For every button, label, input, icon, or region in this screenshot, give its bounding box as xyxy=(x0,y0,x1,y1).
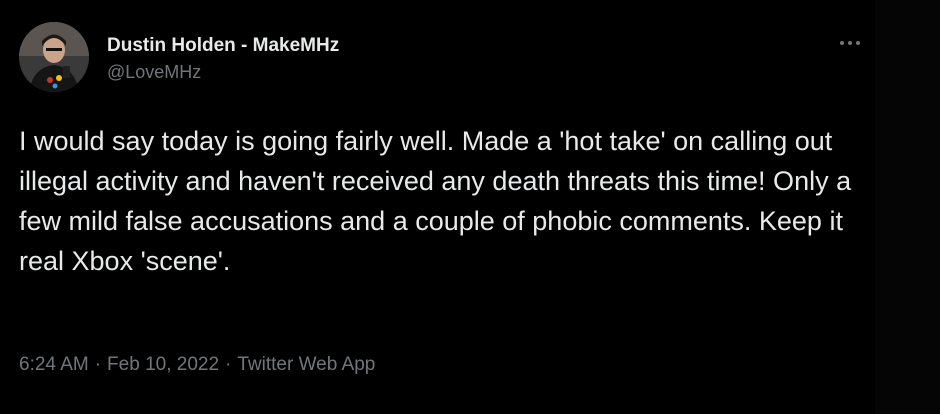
more-options-button[interactable] xyxy=(833,32,867,54)
tweet-text: I would say today is going fairly well. … xyxy=(19,126,852,276)
tweet-metadata: 6:24 AM · Feb 10, 2022 · Twitter Web App xyxy=(19,352,375,378)
more-horizontal-icon xyxy=(840,41,860,45)
separator: · xyxy=(94,354,102,375)
page-gutter xyxy=(875,0,940,414)
author-block: Dustin Holden - MakeMHz @LoveMHz xyxy=(107,34,339,83)
avatar[interactable] xyxy=(19,22,89,92)
separator: · xyxy=(225,354,232,375)
author-display-name[interactable]: Dustin Holden - MakeMHz xyxy=(107,34,339,58)
author-handle[interactable]: @LoveMHz xyxy=(107,61,339,83)
user-photo-avatar-icon xyxy=(19,22,89,92)
tweet-date[interactable]: Feb 10, 2022 xyxy=(107,354,219,375)
tweet-card: Dustin Holden - MakeMHz @LoveMHz I would… xyxy=(0,0,875,414)
tweet-source[interactable]: Twitter Web App xyxy=(237,354,375,375)
tweet-time[interactable]: 6:24 AM xyxy=(19,354,89,375)
